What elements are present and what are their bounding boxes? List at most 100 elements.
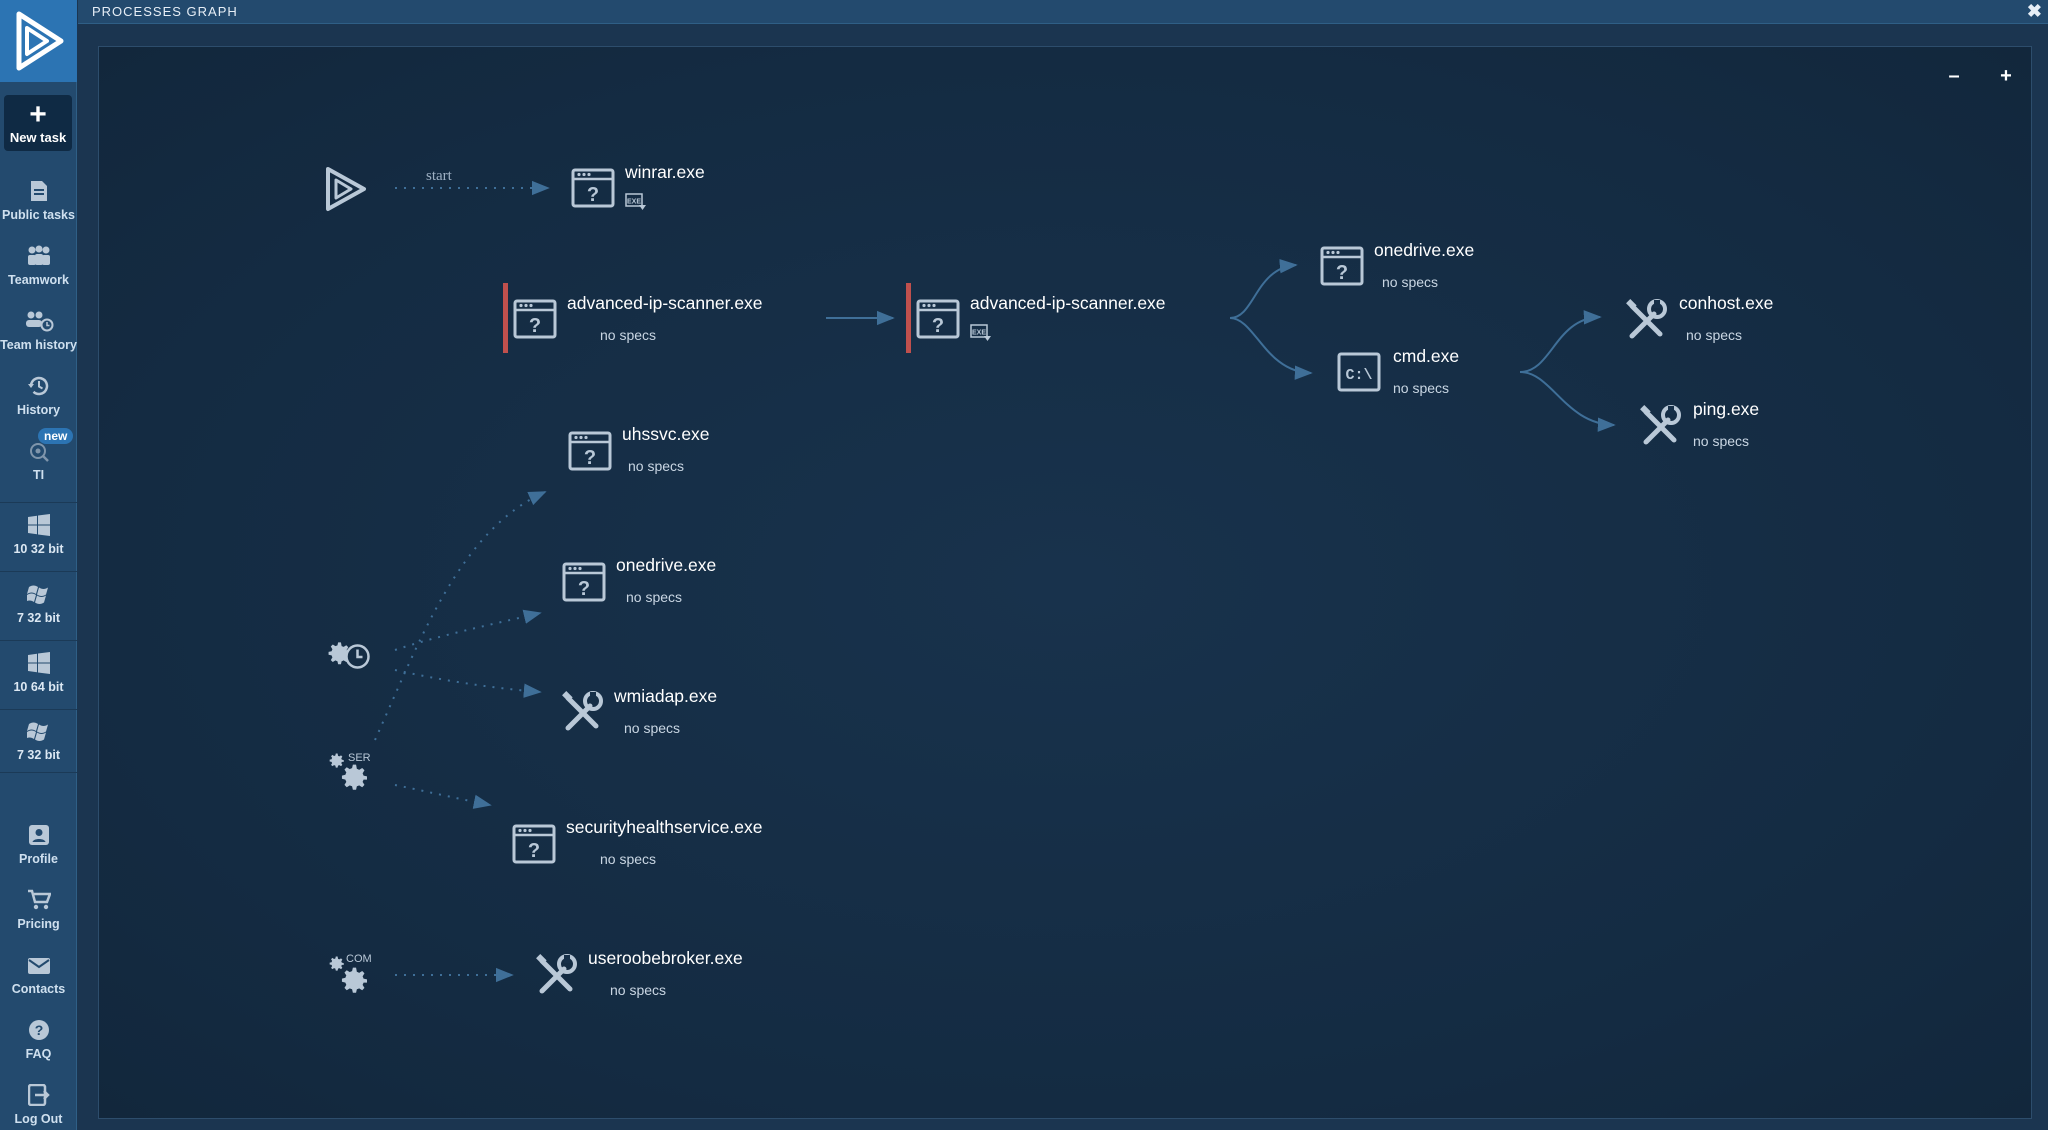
process-spec: no specs <box>600 851 657 867</box>
sidebar-item-contacts[interactable]: Contacts <box>0 942 77 1000</box>
process-spec: no specs <box>626 589 683 605</box>
new-task-label: New task <box>9 129 67 145</box>
process-spec: no specs <box>1382 274 1439 290</box>
sidebar-item-label: History <box>16 403 61 417</box>
os-label: 10 64 bit <box>13 679 64 694</box>
os-label: 7 32 bit <box>16 610 61 625</box>
title-bar: PROCESSES GRAPH ✖ <box>78 0 2048 24</box>
os-item-win7-32-b[interactable]: 7 32 bit <box>0 709 77 773</box>
process-name: wmiadap.exe <box>614 686 718 706</box>
logout-icon <box>27 1084 50 1106</box>
process-spec: no specs <box>600 327 657 343</box>
sidebar-item-team-history[interactable]: Team history <box>0 298 77 356</box>
sidebar-item-label: Log Out <box>14 1112 63 1126</box>
tools-icon <box>560 690 604 734</box>
suspicious-marker <box>906 283 911 353</box>
mail-icon <box>27 958 50 974</box>
sidebar-item-label: Teamwork <box>8 273 69 287</box>
sidebar-item-pricing[interactable]: Pricing <box>0 877 77 935</box>
os-label: 10 32 bit <box>13 541 64 556</box>
process-spec: no specs <box>610 982 667 998</box>
sidebar-item-label: Contacts <box>11 982 66 996</box>
os-item-win7-32[interactable]: 7 32 bit <box>0 571 77 635</box>
sidebar-item-label: Profile <box>19 852 58 866</box>
tools-icon <box>1624 298 1668 342</box>
zoom-out-button[interactable]: – <box>1941 63 1967 89</box>
process-name: ping.exe <box>1693 399 1760 419</box>
graph-canvas[interactable]: – + <box>98 46 2032 1119</box>
process-spec: no specs <box>1686 327 1743 343</box>
cmd-icon: C:\ <box>1337 352 1381 392</box>
question-icon: ? <box>28 1020 49 1040</box>
process-spec: no specs <box>624 720 681 736</box>
close-icon[interactable]: ✖ <box>2027 1 2042 22</box>
app-logo[interactable] <box>0 0 77 82</box>
profile-icon <box>28 825 49 845</box>
sidebar-item-history[interactable]: History <box>0 363 77 421</box>
team-icon <box>27 245 50 265</box>
os-item-win10-64[interactable]: 10 64 bit <box>0 640 77 704</box>
suspicious-marker <box>503 283 508 353</box>
process-name: winrar.exe <box>625 162 705 182</box>
process-name: uhssvc.exe <box>622 424 710 444</box>
tools-icon <box>534 953 578 997</box>
new-task-button[interactable]: + New task <box>4 95 72 151</box>
team-history-icon <box>25 311 53 332</box>
sidebar-item-profile[interactable]: Profile <box>0 812 77 870</box>
process-spec: no specs <box>628 458 685 474</box>
sidebar-item-label: Team history <box>0 338 77 352</box>
play-logo-icon <box>326 167 366 211</box>
process-name: conhost.exe <box>1679 293 1774 313</box>
os-item-win10-32[interactable]: 10 32 bit <box>0 502 77 566</box>
process-name: securityhealthservice.exe <box>566 817 763 837</box>
unknown-window-icon <box>571 168 615 208</box>
com-gear-icon <box>339 965 371 997</box>
services-gear-icon <box>339 762 371 794</box>
os-label: 7 32 bit <box>16 748 61 762</box>
tools-icon <box>1638 404 1682 448</box>
sidebar-item-label: FAQ <box>25 1047 52 1061</box>
windows10-icon <box>27 513 50 536</box>
sidebar-item-label: Public tasks <box>2 208 75 222</box>
zoom-in-button[interactable]: + <box>1993 63 2019 89</box>
process-spec: no specs <box>1693 433 1750 449</box>
svg-text:C:\: C:\ <box>1345 367 1372 384</box>
document-icon <box>30 181 47 201</box>
unknown-window-icon <box>512 824 556 864</box>
process-name: onedrive.exe <box>1374 240 1475 260</box>
sidebar-item-label: Pricing <box>17 917 60 931</box>
windows7-icon <box>26 585 48 604</box>
com-tag: COM <box>346 953 372 965</box>
svg-text:?: ? <box>34 1022 43 1038</box>
unknown-window-icon <box>568 431 612 471</box>
sidebar-item-public-tasks[interactable]: Public tasks <box>0 168 77 226</box>
sidebar-item-label: TI <box>32 468 45 482</box>
windows7-icon <box>26 722 48 741</box>
cart-icon <box>27 889 51 910</box>
unknown-window-icon <box>916 299 960 339</box>
sidebar-item-teamwork[interactable]: Teamwork <box>0 233 77 291</box>
history-icon <box>27 376 48 396</box>
unknown-window-icon <box>1320 246 1364 286</box>
start-label: start <box>426 168 452 184</box>
clock-icon <box>345 644 370 669</box>
process-name: onedrive.exe <box>616 555 717 575</box>
play-logo-icon <box>16 11 63 71</box>
process-name: advanced-ip-scanner.exe <box>970 293 1166 313</box>
sidebar: + New task Public tasks Teamwork Team hi… <box>0 0 77 1130</box>
exe-icon <box>970 324 992 342</box>
process-name: cmd.exe <box>1393 346 1460 366</box>
process-name: useroobebroker.exe <box>588 948 743 968</box>
window-title: PROCESSES GRAPH <box>92 4 238 19</box>
sidebar-item-logout[interactable]: Log Out <box>0 1072 77 1130</box>
exe-icon <box>625 193 647 211</box>
sidebar-item-faq[interactable]: ? FAQ <box>0 1007 77 1065</box>
services-tag: SER <box>348 752 371 764</box>
new-badge: new <box>38 428 74 444</box>
unknown-window-icon <box>562 562 606 602</box>
windows10-icon <box>27 651 50 674</box>
unknown-window-icon <box>513 299 557 339</box>
plus-icon: + <box>29 97 47 131</box>
process-name: advanced-ip-scanner.exe <box>567 293 763 313</box>
process-spec: no specs <box>1393 380 1450 396</box>
